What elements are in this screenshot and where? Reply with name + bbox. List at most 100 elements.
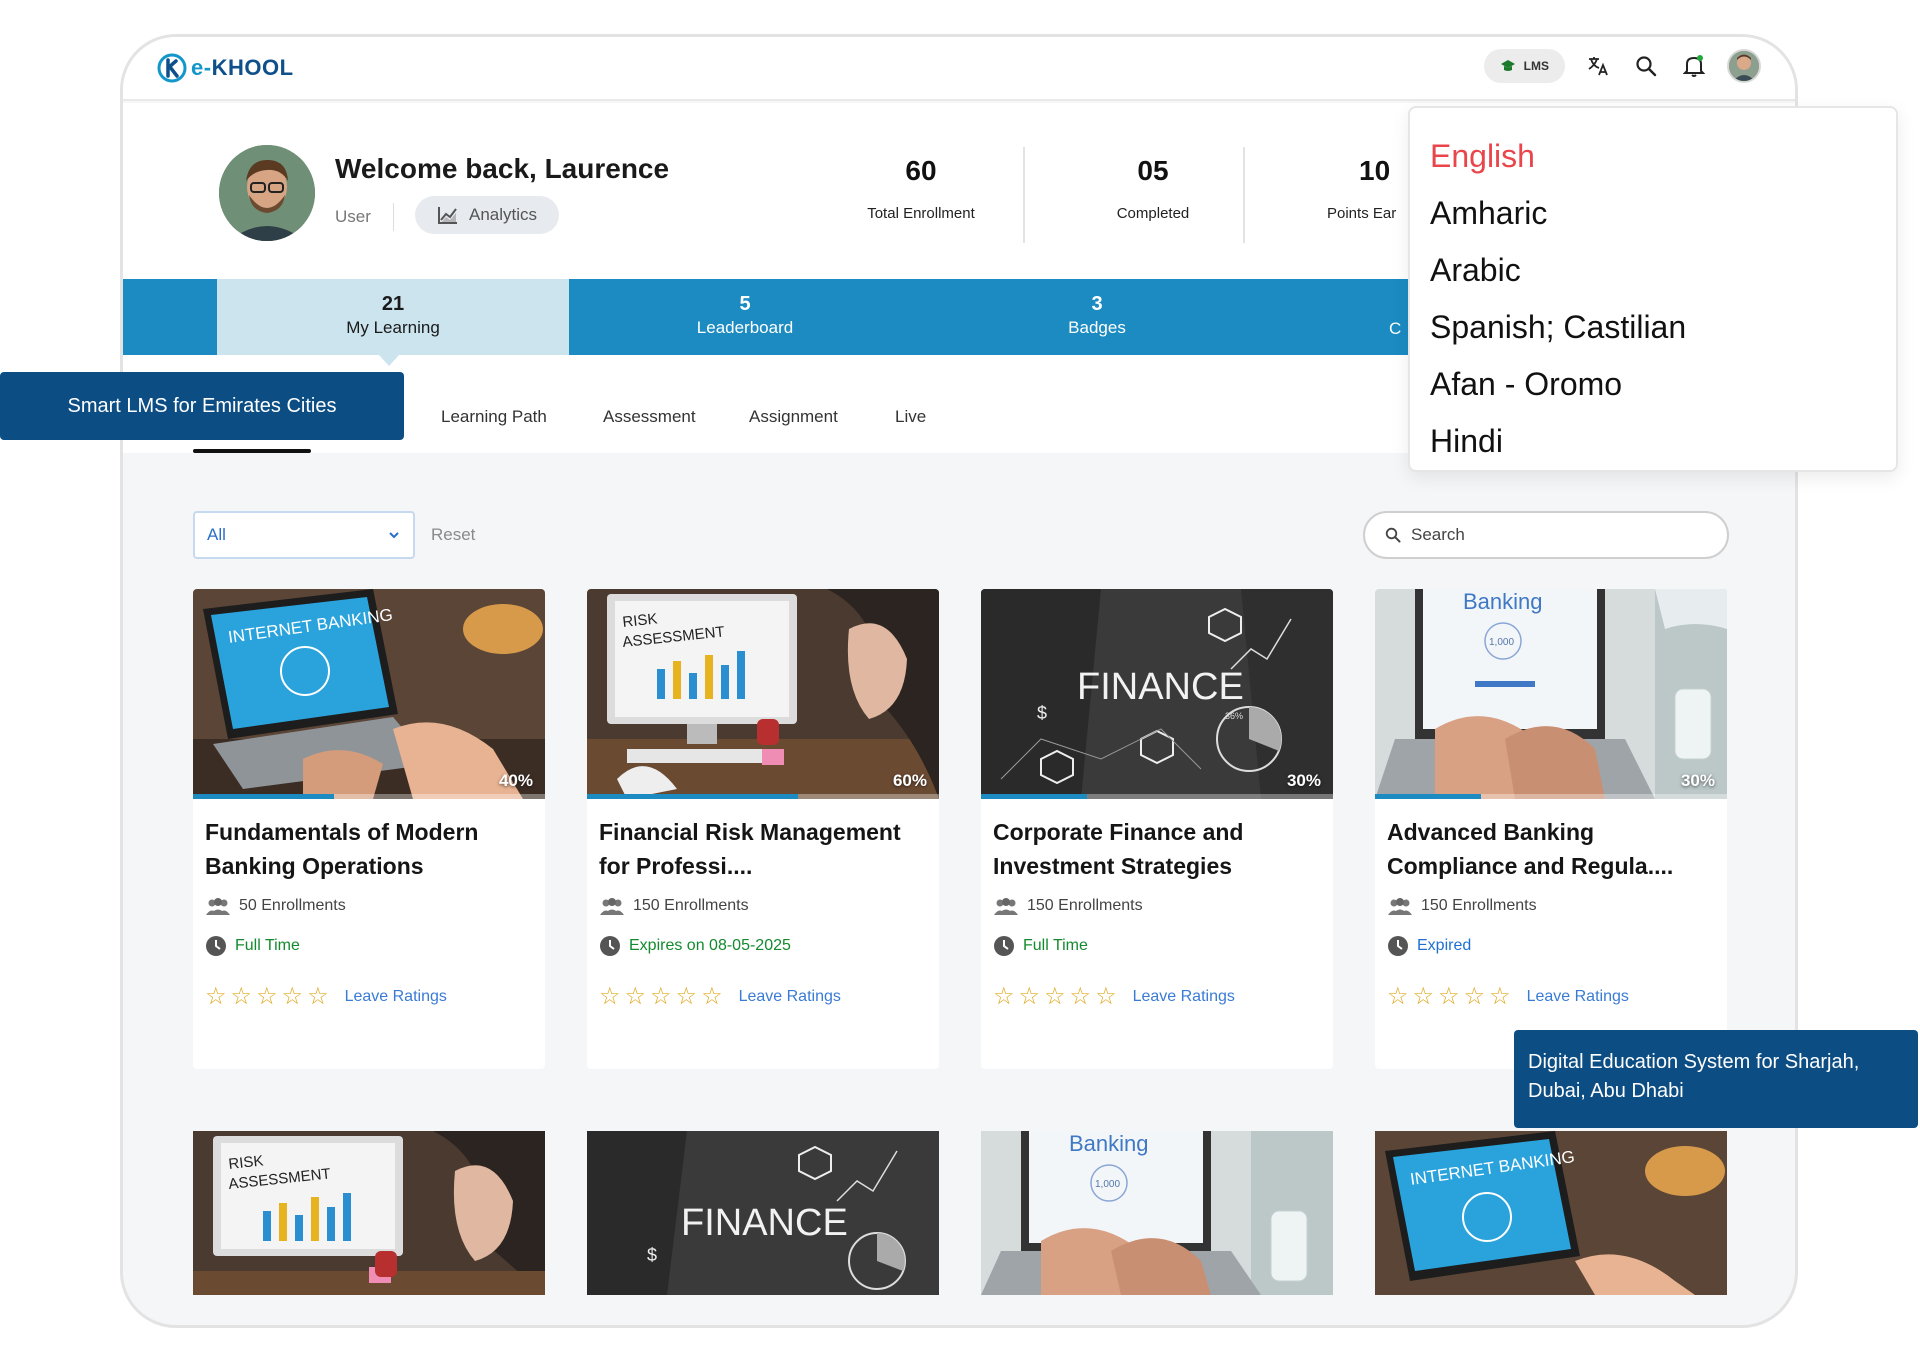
search-button[interactable] [1631, 51, 1661, 81]
star-icon[interactable]: ☆ [231, 985, 253, 1009]
language-option-arabic[interactable]: Arabic [1410, 242, 1896, 299]
star-icon[interactable]: ☆ [676, 985, 698, 1009]
subtab-assessment[interactable]: Assessment [603, 407, 696, 427]
thumb-text: Banking [1463, 589, 1543, 614]
search-icon [1385, 527, 1401, 543]
progress-percent: 30% [1680, 771, 1715, 790]
clock-icon [1388, 936, 1408, 956]
course-card[interactable]: RISK ASSESSMENT 60% Financial Risk Manag… [587, 589, 939, 1069]
users-icon [1388, 898, 1412, 915]
enrollment-count: 150 Enrollments [993, 897, 1143, 915]
user-avatar-button[interactable] [1727, 49, 1761, 83]
stat-divider [1243, 147, 1245, 243]
course-card-thumbnail[interactable]: RISK ASSESSMENT [193, 1131, 545, 1295]
course-card[interactable]: INTERNET BANKING 40% Fundamentals of Mod… [193, 589, 545, 1069]
language-option-hindi[interactable]: Hindi [1410, 413, 1896, 470]
course-title[interactable]: Financial Risk Management for Professi..… [599, 815, 929, 883]
course-card-thumbnail[interactable]: INTERNET BANKING [1375, 1131, 1727, 1295]
svg-text:$: $ [1037, 703, 1047, 723]
user-role: User [335, 207, 371, 226]
translate-icon [1588, 57, 1608, 76]
leave-ratings-link[interactable]: Leave Ratings [345, 988, 447, 1006]
chevron-down-icon [389, 532, 399, 539]
stat-total-enrollment: 60 Total Enrollment [851, 155, 991, 222]
status-text: Expires on 08-05-2025 [629, 937, 791, 954]
star-icon[interactable]: ☆ [256, 985, 278, 1009]
search-placeholder: Search [1411, 525, 1465, 544]
course-title[interactable]: Corporate Finance and Investment Strateg… [993, 815, 1323, 883]
finance-image: FINANCE 36% $ [981, 589, 1333, 799]
ekhool-logo[interactable]: e-KHOOL [157, 53, 294, 83]
star-icon[interactable]: ☆ [1464, 985, 1486, 1009]
tab-badges[interactable]: 3 Badges [921, 279, 1273, 355]
star-icon[interactable]: ☆ [993, 985, 1015, 1009]
progress-fill [981, 794, 1087, 799]
tab-my-learning[interactable]: 21 My Learning [217, 279, 569, 355]
star-icon[interactable]: ☆ [650, 985, 672, 1009]
star-icon[interactable]: ☆ [1438, 985, 1460, 1009]
course-card-thumbnail[interactable]: FINANCE $ [587, 1131, 939, 1295]
course-status: Expires on 08-05-2025 [599, 935, 791, 957]
subtab-learning-path[interactable]: Learning Path [441, 407, 547, 427]
course-thumbnail: Banking 1,000 30% [1375, 589, 1727, 799]
tab-leaderboard[interactable]: 5 Leaderboard [569, 279, 921, 355]
lms-switch-button[interactable]: LMS [1483, 49, 1565, 83]
graduation-cap-icon [1500, 60, 1515, 71]
users-icon [994, 898, 1018, 915]
star-icon[interactable]: ☆ [1070, 985, 1092, 1009]
thumb-text: Banking [1069, 1131, 1149, 1156]
reset-button[interactable]: Reset [431, 525, 475, 545]
stat-label: Points Ear [1327, 205, 1397, 222]
subtab-live[interactable]: Live [895, 407, 926, 427]
course-filter-select[interactable]: All [193, 511, 415, 559]
search-icon [1636, 56, 1657, 77]
language-option-amharic[interactable]: Amharic [1410, 185, 1896, 242]
star-icon[interactable]: ☆ [1489, 985, 1511, 1009]
language-option-afan-oromo[interactable]: Afan - Oromo [1410, 356, 1896, 413]
tab-count: 21 [381, 293, 405, 315]
star-icon[interactable]: ☆ [1019, 985, 1041, 1009]
star-icon[interactable]: ☆ [625, 985, 647, 1009]
language-button[interactable] [1583, 51, 1613, 81]
stat-points: 10 Points Ear [1327, 155, 1411, 222]
course-title[interactable]: Fundamentals of Modern Banking Operation… [205, 815, 535, 883]
language-option-english[interactable]: English [1410, 128, 1896, 185]
star-icon[interactable]: ☆ [282, 985, 304, 1009]
course-progress-bar [193, 794, 545, 799]
course-progress-bar [1375, 794, 1727, 799]
star-icon[interactable]: ☆ [205, 985, 227, 1009]
subtab-assignment[interactable]: Assignment [749, 407, 838, 427]
star-icon[interactable]: ☆ [307, 985, 329, 1009]
stat-completed: 05 Completed [1083, 155, 1223, 222]
star-rating[interactable]: ☆ ☆ ☆ ☆ ☆ Leave Ratings [599, 985, 841, 1009]
course-search-input[interactable]: Search [1363, 511, 1729, 559]
tab-label: Badges [1068, 318, 1126, 337]
star-icon[interactable]: ☆ [1387, 985, 1409, 1009]
tab-label: Leaderboard [696, 318, 794, 337]
star-rating[interactable]: ☆ ☆ ☆ ☆ ☆ Leave Ratings [205, 985, 447, 1009]
course-card-thumbnail[interactable]: Banking 1,000 [981, 1131, 1333, 1295]
course-card[interactable]: FINANCE 36% $ 30% Corporate Finance and … [981, 589, 1333, 1069]
star-icon[interactable]: ☆ [1413, 985, 1435, 1009]
course-title[interactable]: Advanced Banking Compliance and Regula..… [1387, 815, 1717, 883]
notifications-button[interactable] [1679, 51, 1709, 81]
course-card[interactable]: Banking 1,000 30% Advanced Banking Compl… [1375, 589, 1727, 1069]
star-icon[interactable]: ☆ [1044, 985, 1066, 1009]
leave-ratings-link[interactable]: Leave Ratings [1527, 988, 1629, 1006]
progress-fill [193, 794, 334, 799]
enrollment-text: 150 Enrollments [1027, 897, 1143, 914]
promo-callout-left: Smart LMS for Emirates Cities [0, 372, 404, 440]
leave-ratings-link[interactable]: Leave Ratings [739, 988, 841, 1006]
star-rating[interactable]: ☆ ☆ ☆ ☆ ☆ Leave Ratings [1387, 985, 1629, 1009]
course-status: Full Time [993, 935, 1088, 957]
star-rating[interactable]: ☆ ☆ ☆ ☆ ☆ Leave Ratings [993, 985, 1235, 1009]
star-icon[interactable]: ☆ [701, 985, 723, 1009]
status-text: Full Time [1023, 937, 1088, 954]
language-option-spanish[interactable]: Spanish; Castilian [1410, 299, 1896, 356]
analytics-button[interactable]: Analytics [415, 196, 560, 234]
enrollment-count: 150 Enrollments [599, 897, 749, 915]
course-progress-bar [981, 794, 1333, 799]
star-icon[interactable]: ☆ [1095, 985, 1117, 1009]
leave-ratings-link[interactable]: Leave Ratings [1133, 988, 1235, 1006]
star-icon[interactable]: ☆ [599, 985, 621, 1009]
